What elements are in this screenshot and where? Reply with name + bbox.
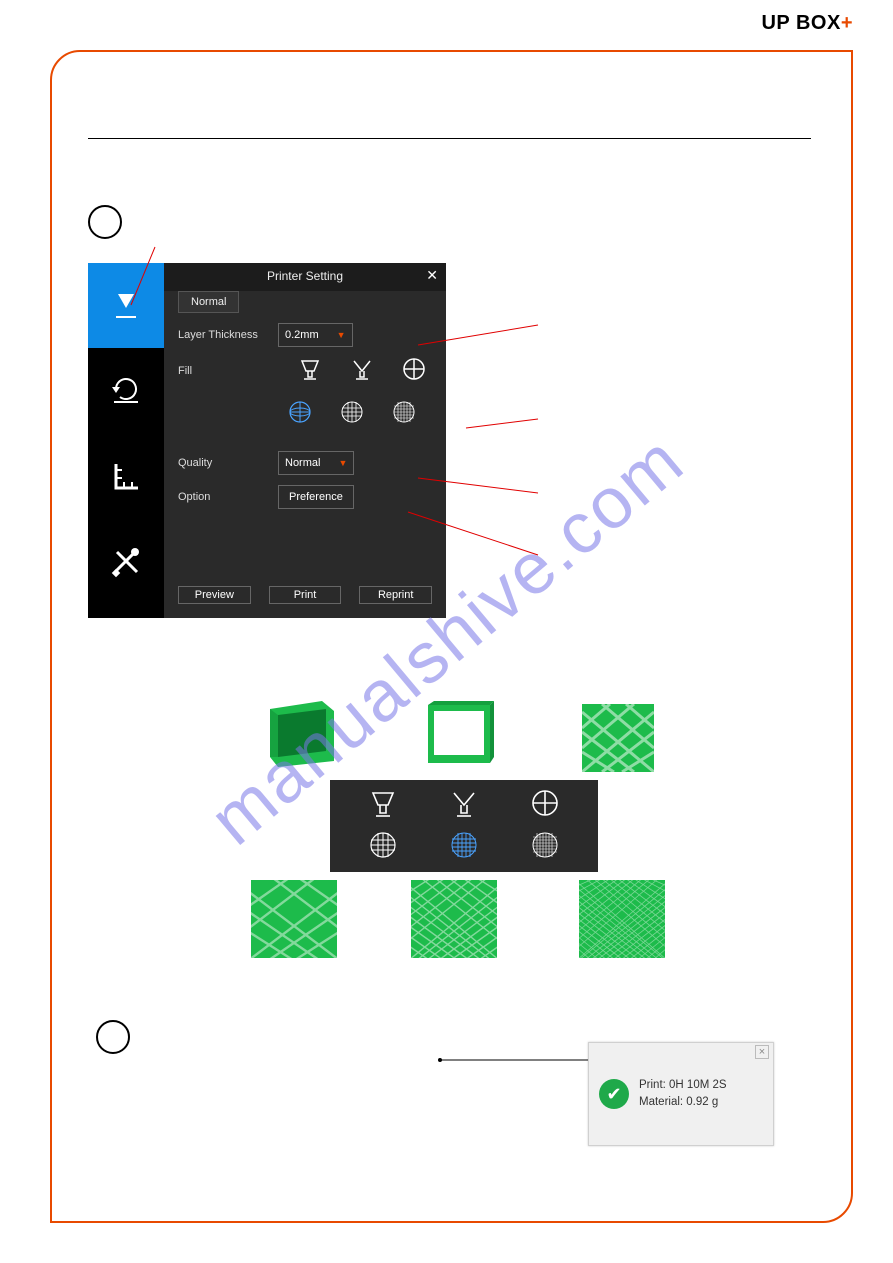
sidebar-item-tools[interactable] xyxy=(88,518,164,603)
infill-example-sparse xyxy=(578,700,658,776)
brand-box: BOX xyxy=(796,12,841,34)
fill-icon-nofill[interactable] xyxy=(402,357,426,384)
sidebar xyxy=(88,263,164,618)
notif-close-icon[interactable]: × xyxy=(755,1045,769,1059)
rotate-icon xyxy=(108,373,144,409)
fill-icon-medium[interactable] xyxy=(340,400,364,427)
tools-icon xyxy=(109,544,143,578)
panel: Printer Setting ✕ Normal Layer Thickness… xyxy=(164,263,446,618)
layer-thickness-value: 0.2mm xyxy=(285,329,319,341)
layer-thickness-label: Layer Thickness xyxy=(178,329,268,341)
horizontal-rule xyxy=(88,138,811,139)
tab-normal[interactable]: Normal xyxy=(178,291,239,313)
preview-button[interactable]: Preview xyxy=(178,586,251,604)
strip-icon-sparse xyxy=(348,830,418,865)
printer-setting-screenshot: Printer Setting ✕ Normal Layer Thickness… xyxy=(88,263,446,618)
reprint-button[interactable]: Reprint xyxy=(359,586,432,604)
brand-plus: + xyxy=(841,12,853,34)
notif-print-time: Print: 0H 10M 2S xyxy=(639,1077,727,1094)
step-marker-1 xyxy=(88,205,122,239)
strip-icon-shell xyxy=(348,788,418,823)
print-icon xyxy=(106,286,146,326)
infill-example-bottom xyxy=(420,695,500,771)
brand-logo: UP BOX+ xyxy=(761,12,853,35)
fill-icon-shell[interactable] xyxy=(298,357,322,384)
infill-example-99pct xyxy=(576,878,668,960)
preference-button[interactable]: Preference xyxy=(278,485,354,509)
sidebar-item-rotate[interactable] xyxy=(88,348,164,433)
notif-material: Material: 0.92 g xyxy=(639,1094,727,1111)
infill-example-13pct xyxy=(248,878,340,960)
sidebar-item-scale[interactable] xyxy=(88,433,164,518)
quality-label: Quality xyxy=(178,457,268,469)
print-button[interactable]: Print xyxy=(269,586,342,604)
fill-icon-dense[interactable] xyxy=(392,400,416,427)
infill-example-hollow xyxy=(262,695,342,771)
brand-up: UP xyxy=(761,12,789,34)
strip-icon-surface xyxy=(429,788,499,823)
strip-icon-nofill xyxy=(510,788,580,823)
strip-icon-dense xyxy=(510,830,580,865)
fill-icon-strip xyxy=(330,780,598,872)
print-notification: × ✔ Print: 0H 10M 2S Material: 0.92 g xyxy=(588,1042,774,1146)
quality-value: Normal xyxy=(285,457,320,469)
fill-icon-surface[interactable] xyxy=(350,357,374,384)
strip-icon-medium xyxy=(429,830,499,865)
sidebar-item-print[interactable] xyxy=(88,263,164,348)
infill-example-50pct xyxy=(408,878,500,960)
quality-select[interactable]: Normal ▼ xyxy=(278,451,354,475)
step-marker-2 xyxy=(96,1020,130,1054)
fill-label: Fill xyxy=(178,365,268,377)
check-icon: ✔ xyxy=(599,1079,629,1109)
ruler-icon xyxy=(108,458,144,494)
option-label: Option xyxy=(178,491,268,503)
layer-thickness-select[interactable]: 0.2mm ▼ xyxy=(278,323,353,347)
chevron-down-icon: ▼ xyxy=(338,458,347,468)
chevron-down-icon: ▼ xyxy=(337,330,346,340)
panel-title: Printer Setting xyxy=(164,263,446,291)
close-icon[interactable]: ✕ xyxy=(426,267,438,284)
fill-icon-sparse[interactable] xyxy=(288,400,312,427)
